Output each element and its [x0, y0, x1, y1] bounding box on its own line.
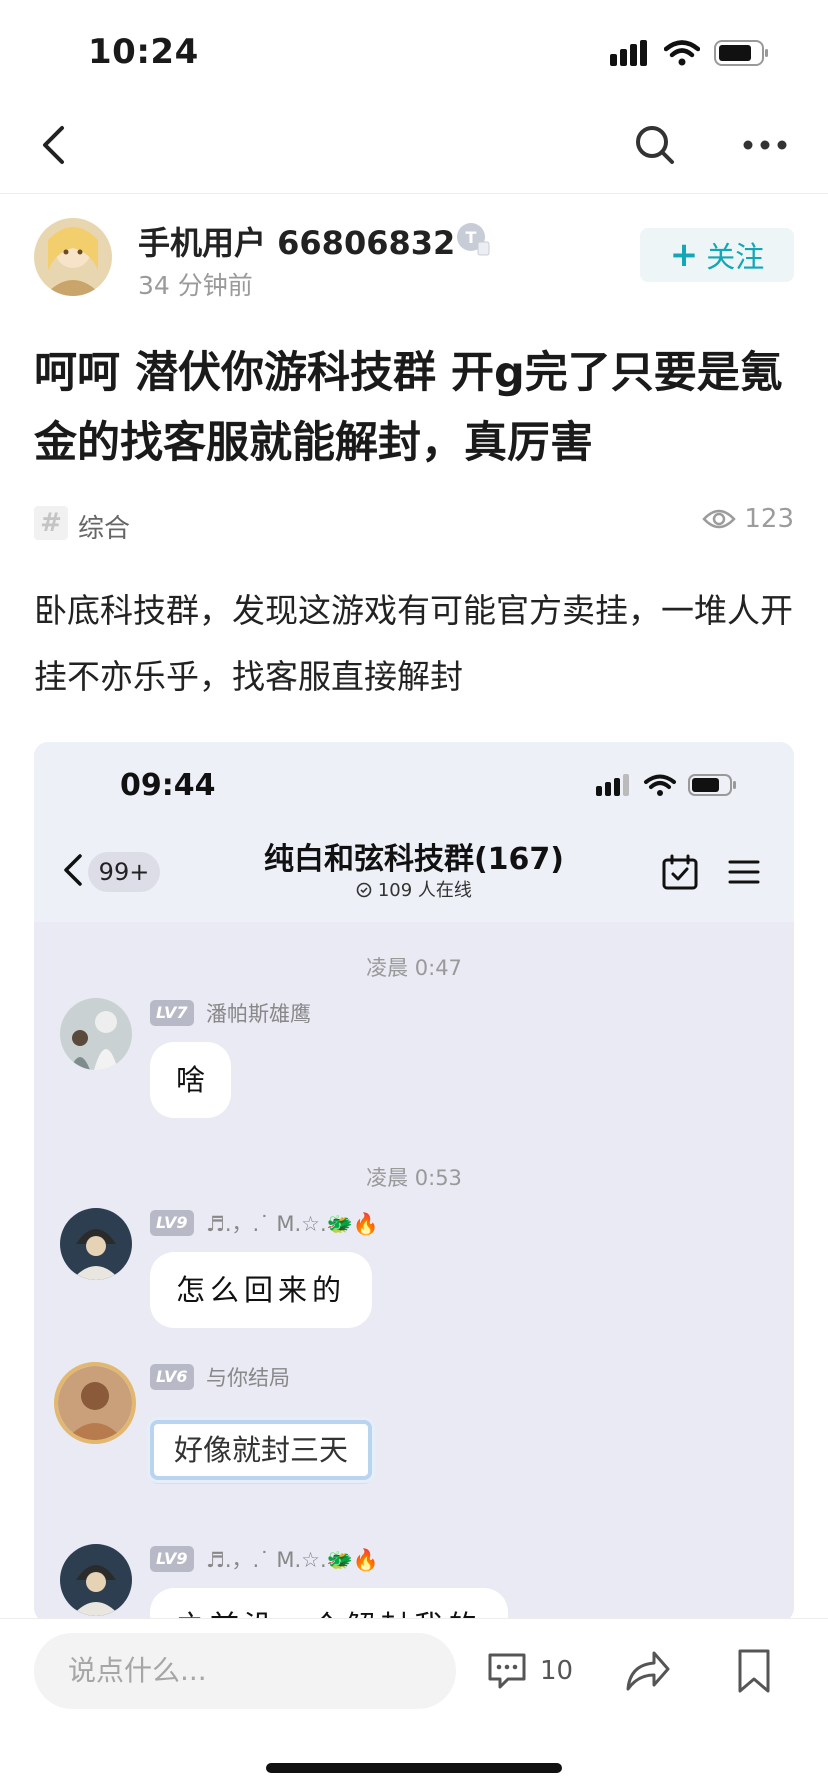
member-avatar [60, 1544, 132, 1616]
member-name: 与你结局 [206, 1366, 290, 1390]
level-badge: LV9 [150, 1546, 194, 1572]
status-time: 10:24 [88, 32, 199, 72]
member-avatar [60, 998, 132, 1070]
chat-timestamp: 凌晨 0:53 [366, 1166, 462, 1190]
comment-button[interactable]: 10 [486, 1641, 573, 1701]
unread-badge: 99+ [88, 852, 160, 892]
member-name: ♬.，.˙ M.☆.🐲🔥 [206, 1548, 379, 1572]
eye-icon [702, 509, 737, 529]
post-image[interactable]: 09:44 99+ 纯白和弦科技群(167) 109 人在线 凌晨 0:47 L… [34, 742, 794, 1622]
status-icons [610, 40, 770, 66]
battery-icon [688, 774, 736, 796]
author-name[interactable]: 手机用户 66806832 [138, 218, 455, 264]
comment-icon [488, 1653, 526, 1689]
svg-text:T: T [466, 228, 477, 247]
online-icon [356, 882, 372, 898]
signal-icon [610, 40, 647, 66]
tag-row: # 综合 123 [34, 504, 794, 544]
calendar-check-icon [662, 854, 698, 890]
online-count-text: 109 人在线 [377, 880, 472, 901]
bottom-bar: 说点什么... 10 [0, 1618, 828, 1792]
message-bubble: 啥 [150, 1042, 232, 1118]
member-avatar [54, 1362, 136, 1444]
plus-icon: + [669, 235, 699, 275]
battery-icon [714, 40, 768, 66]
level-badge: LV9 [150, 1210, 194, 1236]
online-count: 109 人在线 [194, 876, 634, 902]
wifi-icon [644, 774, 676, 796]
back-icon[interactable] [32, 120, 82, 170]
message-bubble: 好像就封三天 [150, 1420, 373, 1480]
more-dots-icon[interactable] [740, 120, 790, 170]
level-badge: LV6 [150, 1364, 194, 1390]
member-avatar [60, 1208, 132, 1280]
signal-icon [596, 774, 629, 796]
image-status-bar: 09:44 [34, 742, 794, 822]
share-icon[interactable] [622, 1641, 672, 1701]
level-badge: LV7 [150, 1000, 194, 1026]
nav-bar [0, 100, 828, 194]
post-body: 卧底科技群，发现这游戏有可能官方卖挂，一堆人开挂不亦乐乎，找客服直接解封 [34, 591, 793, 696]
bookmark-icon[interactable] [732, 1641, 776, 1701]
wifi-icon [664, 40, 700, 66]
menu-icon [728, 860, 760, 884]
home-indicator [266, 1763, 562, 1773]
view-count-value: 123 [744, 504, 794, 534]
status-bar: 10:24 [0, 0, 828, 100]
comment-count: 10 [540, 1656, 574, 1686]
user-badge-icon: T [457, 223, 490, 256]
post-title: 呵呵 潜伏你游科技群 开g完了只要是氪金的找客服就能解封，真厉害 [34, 348, 783, 468]
follow-label: 关注 [706, 240, 765, 274]
follow-button[interactable]: + 关注 [640, 228, 794, 282]
chat-timestamp: 凌晨 0:47 [366, 956, 462, 980]
image-status-time: 09:44 [120, 768, 216, 803]
hashtag-icon: # [34, 506, 68, 540]
view-count: 123 [702, 504, 794, 534]
message-bubble: 怎么回来的 [150, 1252, 373, 1328]
post-time: 34 分钟前 [138, 271, 253, 300]
member-name: ♬.，.˙ M.☆.🐲🔥 [206, 1212, 379, 1236]
author-row: 手机用户 66806832 T 34 分钟前 + 关注 [0, 210, 828, 310]
comment-input[interactable]: 说点什么... [34, 1633, 456, 1709]
message-bubble: 之前没一个解封我的 [150, 1588, 509, 1622]
post-tag[interactable]: 综合 [78, 508, 130, 545]
image-status-icons [596, 774, 738, 796]
image-chat-header: 99+ 纯白和弦科技群(167) 109 人在线 [34, 822, 794, 922]
search-icon[interactable] [630, 120, 680, 170]
member-name: 潘帕斯雄鹰 [206, 1002, 311, 1026]
group-title: 纯白和弦科技群(167) [263, 842, 565, 877]
author-avatar[interactable] [34, 218, 112, 296]
chevron-left-icon [64, 854, 82, 886]
